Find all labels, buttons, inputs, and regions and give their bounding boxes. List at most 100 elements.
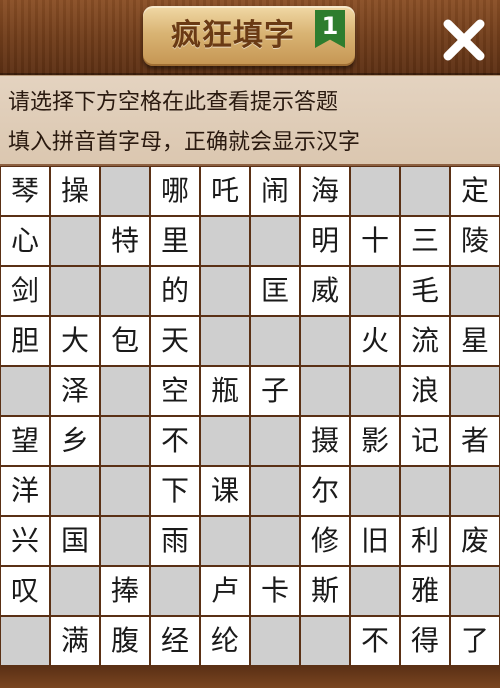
grid-cell-empty[interactable] (201, 217, 249, 265)
grid-cell[interactable]: 大 (51, 317, 99, 365)
grid-cell-empty[interactable] (351, 167, 399, 215)
grid-cell-empty[interactable] (201, 267, 249, 315)
grid-cell[interactable]: 定 (451, 167, 499, 215)
grid-cell[interactable]: 毛 (401, 267, 449, 315)
grid-cell-empty[interactable] (51, 267, 99, 315)
grid-cell-empty[interactable] (201, 517, 249, 565)
grid-cell-empty[interactable] (251, 317, 299, 365)
grid-cell[interactable]: 废 (451, 517, 499, 565)
grid-cell[interactable]: 腹 (101, 617, 149, 665)
grid-cell[interactable]: 心 (1, 217, 49, 265)
grid-cell[interactable]: 浪 (401, 367, 449, 415)
grid-cell[interactable]: 闹 (251, 167, 299, 215)
grid-cell-empty[interactable] (251, 617, 299, 665)
grid-cell[interactable]: 天 (151, 317, 199, 365)
grid-cell-empty[interactable] (251, 417, 299, 465)
grid-cell-empty[interactable] (251, 467, 299, 515)
grid-cell[interactable]: 雅 (401, 567, 449, 615)
grid-cell[interactable]: 纶 (201, 617, 249, 665)
grid-cell[interactable]: 三 (401, 217, 449, 265)
grid-cell-empty[interactable] (101, 267, 149, 315)
grid-cell-empty[interactable] (101, 467, 149, 515)
grid-cell[interactable]: 经 (151, 617, 199, 665)
grid-cell[interactable]: 子 (251, 367, 299, 415)
grid-cell-empty[interactable] (451, 467, 499, 515)
grid-cell[interactable]: 哪 (151, 167, 199, 215)
grid-cell[interactable]: 不 (151, 417, 199, 465)
grid-cell-empty[interactable] (301, 367, 349, 415)
grid-cell-empty[interactable] (451, 567, 499, 615)
grid-cell[interactable]: 国 (51, 517, 99, 565)
grid-cell[interactable]: 旧 (351, 517, 399, 565)
grid-cell[interactable]: 了 (451, 617, 499, 665)
grid-cell[interactable]: 明 (301, 217, 349, 265)
grid-cell-empty[interactable] (101, 367, 149, 415)
grid-cell[interactable]: 满 (51, 617, 99, 665)
grid-cell[interactable]: 尔 (301, 467, 349, 515)
grid-cell[interactable]: 课 (201, 467, 249, 515)
grid-cell-empty[interactable] (351, 467, 399, 515)
grid-cell-empty[interactable] (101, 517, 149, 565)
grid-cell[interactable]: 的 (151, 267, 199, 315)
grid-cell-empty[interactable] (101, 167, 149, 215)
grid-cell-empty[interactable] (251, 217, 299, 265)
grid-cell-empty[interactable] (351, 367, 399, 415)
close-button[interactable] (438, 14, 490, 66)
grid-cell-empty[interactable] (301, 317, 349, 365)
grid-cell[interactable]: 不 (351, 617, 399, 665)
grid-cell[interactable]: 记 (401, 417, 449, 465)
grid-cell[interactable]: 泽 (51, 367, 99, 415)
grid-cell-empty[interactable] (451, 367, 499, 415)
grid-cell[interactable]: 瓶 (201, 367, 249, 415)
grid-cell-empty[interactable] (201, 317, 249, 365)
grid-cell[interactable]: 剑 (1, 267, 49, 315)
grid-cell[interactable]: 威 (301, 267, 349, 315)
grid-cell[interactable]: 洋 (1, 467, 49, 515)
grid-cell-empty[interactable] (401, 467, 449, 515)
grid-cell[interactable]: 星 (451, 317, 499, 365)
grid-cell-empty[interactable] (351, 267, 399, 315)
grid-cell[interactable]: 十 (351, 217, 399, 265)
grid-cell-empty[interactable] (351, 567, 399, 615)
grid-cell[interactable]: 得 (401, 617, 449, 665)
grid-cell[interactable]: 乡 (51, 417, 99, 465)
grid-cell[interactable]: 卢 (201, 567, 249, 615)
grid-cell[interactable]: 望 (1, 417, 49, 465)
grid-cell[interactable]: 者 (451, 417, 499, 465)
grid-cell[interactable]: 陵 (451, 217, 499, 265)
grid-cell[interactable]: 吒 (201, 167, 249, 215)
grid-cell-empty[interactable] (451, 267, 499, 315)
grid-cell-empty[interactable] (1, 617, 49, 665)
grid-cell[interactable]: 匡 (251, 267, 299, 315)
grid-cell-empty[interactable] (51, 567, 99, 615)
grid-cell[interactable]: 琴 (1, 167, 49, 215)
grid-cell[interactable]: 叹 (1, 567, 49, 615)
grid-cell[interactable]: 流 (401, 317, 449, 365)
grid-cell[interactable]: 利 (401, 517, 449, 565)
grid-cell[interactable]: 空 (151, 367, 199, 415)
grid-cell-empty[interactable] (201, 417, 249, 465)
grid-cell[interactable]: 下 (151, 467, 199, 515)
grid-cell[interactable]: 里 (151, 217, 199, 265)
grid-cell[interactable]: 修 (301, 517, 349, 565)
grid-cell[interactable]: 火 (351, 317, 399, 365)
grid-cell-empty[interactable] (301, 617, 349, 665)
grid-cell[interactable]: 特 (101, 217, 149, 265)
grid-cell[interactable]: 斯 (301, 567, 349, 615)
grid-cell[interactable]: 卡 (251, 567, 299, 615)
grid-cell[interactable]: 海 (301, 167, 349, 215)
grid-cell[interactable]: 影 (351, 417, 399, 465)
grid-cell-empty[interactable] (151, 567, 199, 615)
grid-cell[interactable]: 胆 (1, 317, 49, 365)
grid-cell-empty[interactable] (251, 517, 299, 565)
grid-cell[interactable]: 雨 (151, 517, 199, 565)
grid-cell[interactable]: 摄 (301, 417, 349, 465)
grid-cell-empty[interactable] (101, 417, 149, 465)
grid-cell[interactable]: 包 (101, 317, 149, 365)
grid-cell[interactable]: 操 (51, 167, 99, 215)
grid-cell-empty[interactable] (1, 367, 49, 415)
grid-cell[interactable]: 捧 (101, 567, 149, 615)
grid-cell-empty[interactable] (51, 467, 99, 515)
grid-cell-empty[interactable] (401, 167, 449, 215)
grid-cell-empty[interactable] (51, 217, 99, 265)
